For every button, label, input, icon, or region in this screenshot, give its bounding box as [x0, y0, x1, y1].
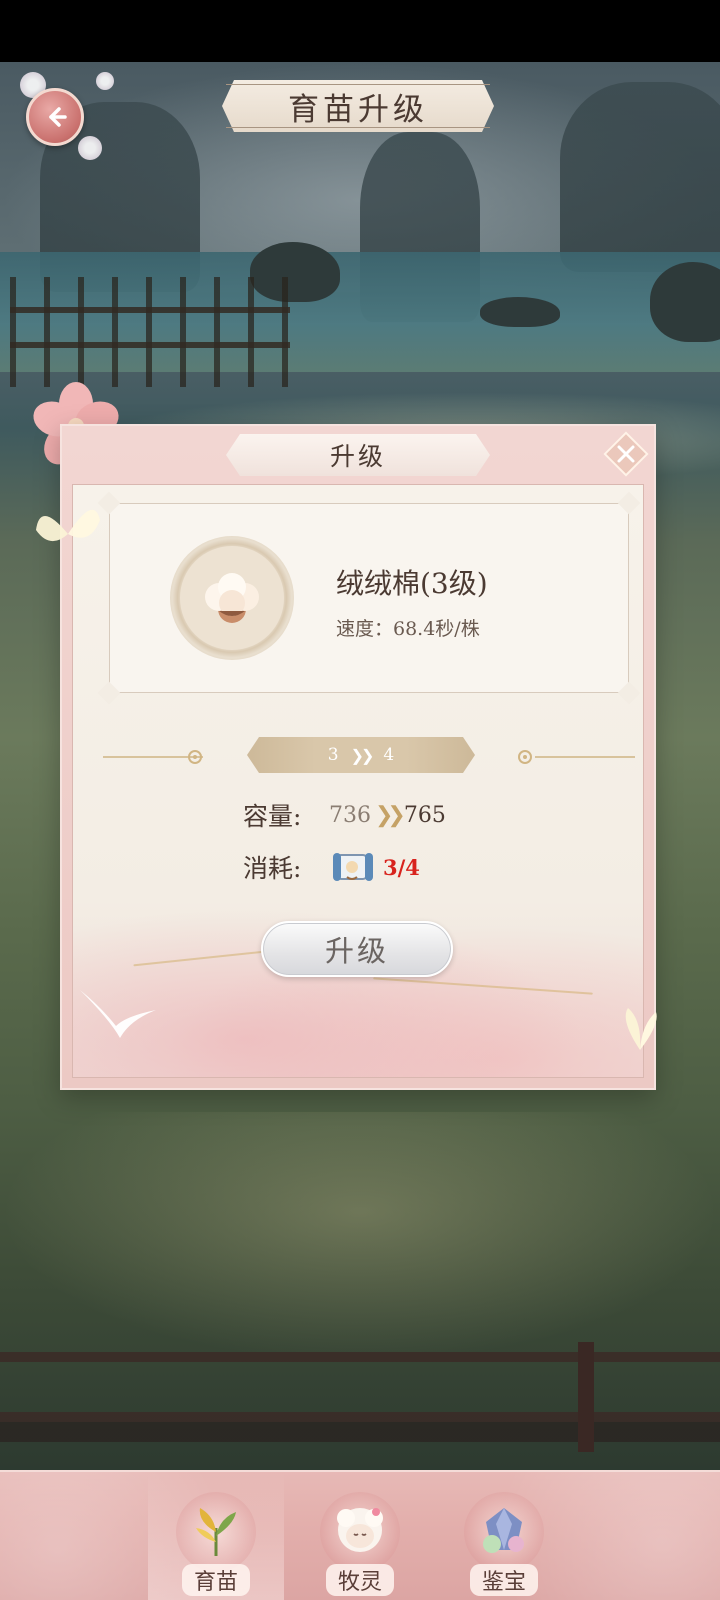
close-icon	[617, 445, 635, 463]
sheep-icon	[337, 1508, 383, 1552]
nav-label-seedling: 育苗	[181, 1564, 250, 1596]
capacity-old: 736	[329, 802, 371, 828]
dialog-title: 升级	[329, 442, 386, 471]
capacity-label: 容量:	[243, 802, 302, 831]
status-bar	[0, 0, 720, 62]
item-icon-frame	[170, 536, 294, 660]
seedling-icon	[196, 1508, 236, 1556]
item-speed: 速度：68.4秒/株	[336, 618, 480, 640]
back-arrow-icon	[49, 107, 67, 127]
double-chevron-icon: ❯❯	[375, 802, 406, 828]
nav-label-treasure: 鉴宝	[469, 1564, 538, 1596]
gem-icon	[483, 1508, 524, 1553]
item-name: 绒绒棉(3级)	[336, 567, 488, 600]
level-banner: 3 ❯❯ 4	[247, 737, 475, 773]
nav-item-treasure[interactable]: 鉴宝	[436, 1472, 572, 1600]
knot-ornament-icon	[188, 750, 202, 764]
capacity-row: 容量: 736 ❯❯ 765	[243, 797, 446, 833]
butterfly-icon	[625, 1008, 657, 1050]
capacity-new: 765	[403, 802, 446, 828]
nav-label-spirit: 牧灵	[325, 1564, 394, 1596]
close-button[interactable]	[603, 431, 649, 477]
upgrade-button-label: 升级	[324, 934, 389, 968]
level-to: 4	[383, 745, 395, 765]
cotton-icon	[205, 573, 259, 623]
nav-item-seedling[interactable]: 育苗	[148, 1472, 284, 1600]
double-chevron-icon: ❯❯	[350, 745, 372, 765]
page-title: 育苗升级	[288, 91, 428, 128]
item-card: 绒绒棉(3级) 速度：68.4秒/株	[97, 491, 641, 705]
cost-count: 3/4	[383, 854, 420, 880]
scroll-item-icon	[333, 853, 373, 881]
nav-item-spirit[interactable]: 牧灵	[292, 1472, 428, 1600]
bird-icon	[80, 990, 156, 1038]
level-divider: 3 ❯❯ 4	[73, 737, 643, 777]
cost-row: 消耗: 3/4	[243, 847, 420, 887]
level-from: 3	[327, 745, 339, 765]
title-plaque: 育苗升级	[222, 80, 494, 132]
upgrade-button[interactable]: 升级	[261, 921, 453, 977]
knot-ornament-icon	[518, 750, 532, 764]
bottom-nav: 育苗 牧灵 鉴宝	[0, 1470, 720, 1600]
cost-label: 消耗:	[243, 854, 302, 883]
back-button[interactable]	[26, 88, 84, 146]
butterfly-icon	[36, 509, 100, 542]
dialog-title-plaque: 升级	[226, 434, 490, 476]
